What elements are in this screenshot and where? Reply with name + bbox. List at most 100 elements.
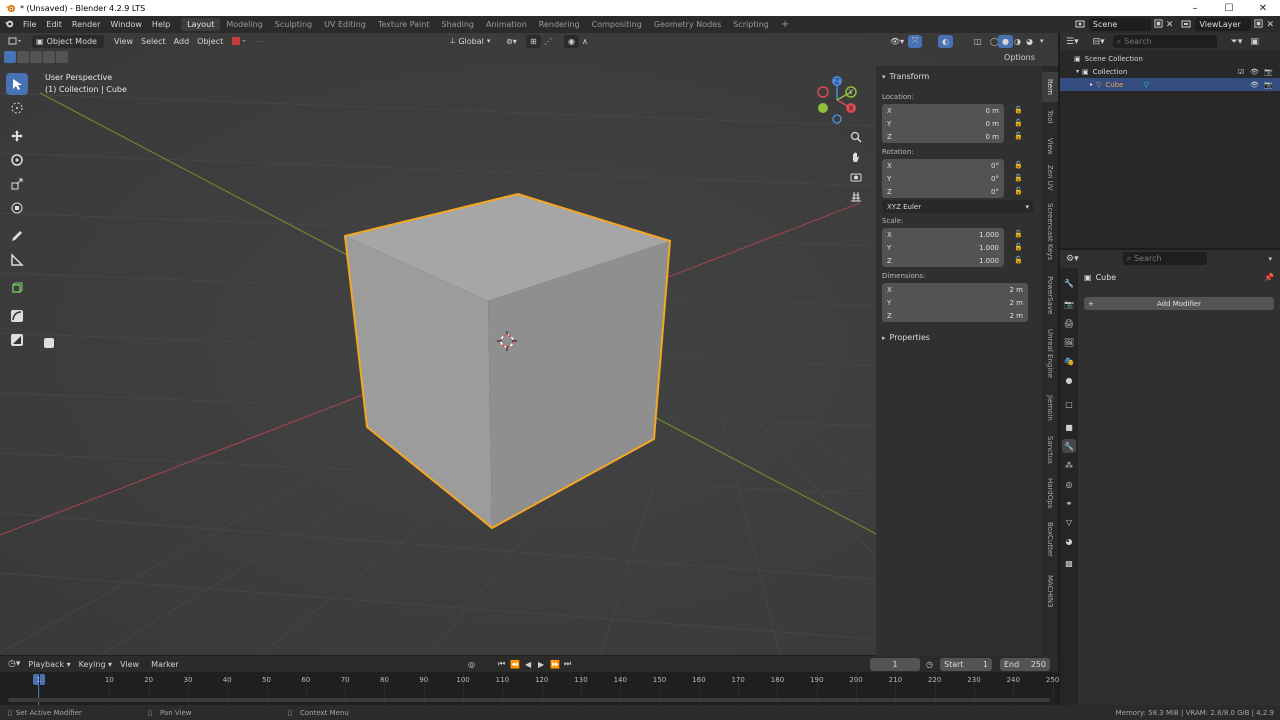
tab-machin3[interactable]: MACHIN3 [1042, 566, 1058, 616]
menu-window[interactable]: Window [105, 20, 147, 29]
tab-tool[interactable]: Tool [1042, 104, 1058, 130]
lock-icon[interactable]: 🔓 [1014, 106, 1023, 115]
timeline-area[interactable]: 1 10203040506070809010011012013014015016… [0, 672, 1059, 705]
dimensions-x-field[interactable]: X2 m [882, 283, 1028, 296]
transform-panel-header[interactable]: ▾ Transform [882, 72, 929, 81]
transform-orientation-selector[interactable]: ⟂ Global ▾ [446, 35, 494, 48]
end-frame-field[interactable]: End 250 [1000, 657, 1050, 671]
tab-screencast-keys[interactable]: Screencast Keys [1042, 196, 1058, 268]
viewport-menu-select[interactable]: Select [137, 35, 170, 48]
auto-keying-icon[interactable]: ◎ [468, 660, 475, 669]
physics-properties-icon[interactable]: ◎ [1062, 477, 1076, 491]
particles-properties-icon[interactable]: ⁂ [1062, 458, 1076, 472]
outliner-search-input[interactable]: ⌕ Search [1112, 35, 1217, 48]
tab-jiemoin[interactable]: Jiemoin [1042, 388, 1058, 428]
timeline-editor-icon[interactable]: ◷▾ [8, 659, 20, 669]
viewport-options-button[interactable]: Options [1004, 53, 1035, 62]
visibility-selectability-icon[interactable]: 👁▾ [886, 35, 908, 48]
mesh-data-icon[interactable]: ▽ [1143, 81, 1148, 89]
curve-tool[interactable] [6, 305, 28, 327]
properties-editor-icon[interactable]: ⚙▾ [1066, 254, 1079, 264]
shading-options-icon[interactable]: ▾ [1036, 35, 1048, 48]
pan-hand-icon[interactable] [846, 147, 866, 167]
dimensions-y-field[interactable]: Y2 m [882, 296, 1028, 309]
editor-type-button[interactable] [4, 35, 26, 48]
timeline-menu-view[interactable]: View [120, 660, 139, 669]
select-new-icon[interactable] [4, 51, 16, 63]
workspace-tab-geometry-nodes[interactable]: Geometry Nodes [648, 18, 727, 31]
location-z-field[interactable]: Z0 m [882, 130, 1004, 143]
rotation-mode-dropdown[interactable]: XYZ Euler ▾ [882, 200, 1034, 213]
dimensions-z-field[interactable]: Z2 m [882, 309, 1028, 322]
lock-icon[interactable]: 🔓 [1014, 161, 1023, 170]
timeline-scrollbar[interactable] [8, 698, 1050, 702]
perspective-toggle-icon[interactable] [846, 187, 866, 207]
start-frame-field[interactable]: Start 1 [940, 657, 992, 671]
filter-icon[interactable]: ⏷▾ [1231, 37, 1243, 47]
mode-selector[interactable]: ▣ Object Mode [32, 34, 104, 48]
jump-to-keyframe-forward-icon[interactable]: ⏩ [550, 660, 560, 669]
select-difference-icon[interactable] [43, 51, 55, 63]
camera-view-icon[interactable] [846, 167, 866, 187]
mesh-data-properties-icon[interactable]: ▽ [1062, 515, 1076, 529]
add-workspace-button[interactable]: + [775, 17, 795, 32]
constraints-properties-icon[interactable]: ⚭ [1062, 496, 1076, 510]
lock-icon[interactable]: 🔓 [1014, 132, 1023, 141]
dock-collapse-icon[interactable] [44, 338, 54, 348]
viewport-menu-view[interactable]: View [110, 35, 137, 48]
workspace-tab-rendering[interactable]: Rendering [533, 18, 586, 31]
output-properties-icon[interactable]: 🖨 [1062, 316, 1076, 330]
outliner-row-scene-collection[interactable]: ▣ Scene Collection [1060, 52, 1280, 65]
scene-properties-icon[interactable]: 🎭 [1062, 354, 1076, 368]
show-overlays-icon[interactable]: ◐ [938, 34, 953, 48]
jump-to-end-icon[interactable]: ⏭ [564, 659, 571, 669]
tab-sanctus[interactable]: Sanctus [1042, 430, 1058, 470]
scene-selector[interactable]: Scene [1088, 18, 1151, 31]
viewport-menu-add[interactable]: Add [170, 35, 194, 48]
modifier-properties-icon[interactable]: 🔧 [1062, 439, 1076, 453]
chevron-down-icon[interactable]: ▾ [1076, 68, 1079, 75]
workspace-tab-scripting[interactable]: Scripting [727, 18, 775, 31]
box-cutter-tool[interactable] [6, 329, 28, 351]
blender-menu-icon[interactable] [0, 19, 18, 31]
scale-y-field[interactable]: Y 1.000 [882, 241, 1004, 254]
chevron-down-icon[interactable]: ▾ [1268, 255, 1272, 263]
timeline-menu-marker[interactable]: Marker [151, 660, 179, 669]
workspace-tab-layout[interactable]: Layout [181, 18, 221, 31]
properties-editor[interactable] [1060, 250, 1280, 705]
tool-properties-icon[interactable]: 🔧 [1062, 276, 1076, 290]
stopwatch-icon[interactable]: ◷ [926, 660, 933, 669]
maximize-button[interactable]: ☐ [1212, 0, 1246, 16]
checkbox-icon[interactable]: ☑ [1238, 68, 1244, 76]
remove-view-layer-icon[interactable]: ✕ [1266, 20, 1274, 30]
outliner-row-collection[interactable]: ▾ ▣ Collection ☑ 👁 📷 [1060, 65, 1280, 78]
snap-target-icon[interactable]: ⋰ [540, 35, 556, 48]
workspace-tab-uv-editing[interactable]: UV Editing [318, 18, 372, 31]
rotation-z-field[interactable]: Z 0° [882, 185, 1004, 198]
menu-file[interactable]: File [18, 20, 41, 29]
eye-icon[interactable]: 👁 [1250, 68, 1259, 76]
pin-icon[interactable]: 📌 [1264, 273, 1274, 282]
chevron-right-icon[interactable]: ▸ [1090, 81, 1093, 88]
tab-zen-uv[interactable]: Zen UV [1042, 162, 1058, 194]
measure-tool[interactable] [6, 249, 28, 271]
minimize-button[interactable]: – [1178, 0, 1212, 16]
rotation-y-field[interactable]: Y 0° [882, 172, 1004, 185]
material-properties-icon[interactable]: ◕ [1062, 534, 1076, 548]
display-mode-icon[interactable]: ⊟▾ [1093, 37, 1105, 47]
snap-settings-icon[interactable]: ⋯ [251, 35, 267, 48]
world-properties-icon[interactable]: ● [1062, 373, 1076, 387]
properties-search-input[interactable]: ⌕ Search [1122, 252, 1207, 265]
new-view-layer-icon[interactable] [1254, 19, 1264, 30]
scale-z-field[interactable]: Z 1.000 [882, 254, 1004, 267]
outliner-editor-icon[interactable]: ☰▾ [1066, 37, 1079, 47]
proportional-edit-icon[interactable]: ◉ [564, 34, 579, 48]
lock-icon[interactable]: 🔓 [1014, 230, 1023, 239]
workspace-tab-sculpting[interactable]: Sculpting [269, 18, 318, 31]
close-button[interactable]: ✕ [1246, 0, 1280, 16]
move-tool[interactable] [6, 125, 28, 147]
timeline-menu-keying[interactable]: Keying ▾ [79, 660, 112, 669]
tab-unreal-engine[interactable]: Unreal Engine [1042, 322, 1058, 386]
new-scene-icon[interactable] [1154, 19, 1163, 30]
lock-icon[interactable]: 🔓 [1014, 256, 1023, 265]
